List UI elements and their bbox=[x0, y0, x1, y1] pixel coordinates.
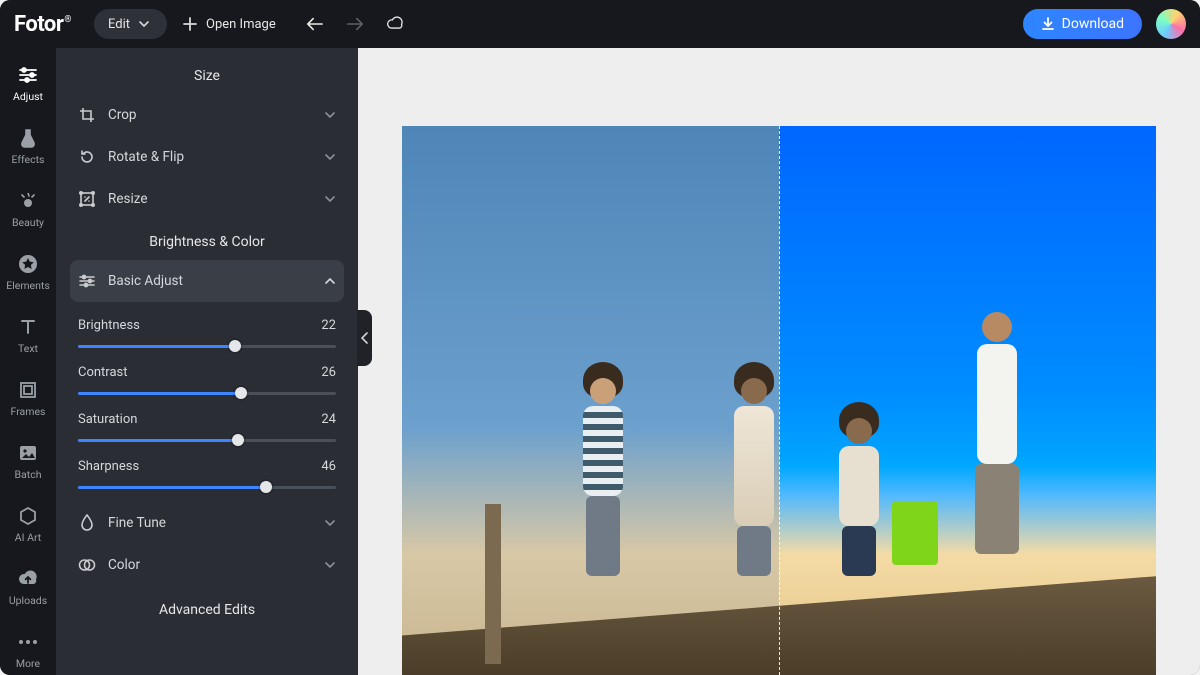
canvas-area[interactable] bbox=[358, 48, 1200, 675]
slider-thumb[interactable] bbox=[229, 340, 241, 352]
slider-thumb[interactable] bbox=[260, 481, 272, 493]
sliders-icon bbox=[17, 64, 39, 86]
slider-value: 26 bbox=[321, 365, 336, 380]
rail-item-frames[interactable]: Frames bbox=[0, 371, 56, 426]
slider-label: Saturation bbox=[78, 412, 137, 427]
flask-icon bbox=[17, 127, 39, 149]
image-icon bbox=[17, 442, 39, 464]
rail-item-label: Effects bbox=[12, 153, 45, 166]
row-color[interactable]: Color bbox=[70, 544, 344, 586]
row-rotate-flip[interactable]: Rotate & Flip bbox=[70, 136, 344, 178]
top-bar: Fotor® Edit Open Image bbox=[0, 0, 1200, 48]
open-image-button[interactable]: Open Image bbox=[181, 15, 276, 33]
slider-value: 24 bbox=[321, 412, 336, 427]
sliders-icon bbox=[78, 272, 96, 290]
dots-icon bbox=[17, 631, 39, 653]
section-title-size: Size bbox=[70, 68, 344, 84]
hexagon-icon bbox=[17, 505, 39, 527]
download-label: Download bbox=[1062, 16, 1124, 32]
rail-item-effects[interactable]: Effects bbox=[0, 119, 56, 174]
row-crop[interactable]: Crop bbox=[70, 94, 344, 136]
cloud-sync-button[interactable] bbox=[386, 15, 404, 33]
rail-item-elements[interactable]: Elements bbox=[0, 245, 56, 300]
rail-item-label: Text bbox=[18, 342, 38, 355]
rail-item-text[interactable]: Text bbox=[0, 308, 56, 363]
section-title-advanced: Advanced Edits bbox=[70, 602, 344, 618]
row-label: Resize bbox=[108, 191, 147, 207]
rail-item-uploads[interactable]: Uploads bbox=[0, 560, 56, 615]
slider-contrast[interactable] bbox=[78, 386, 336, 400]
slider-label: Brightness bbox=[78, 318, 140, 333]
slider-value: 22 bbox=[321, 318, 336, 333]
frame-icon bbox=[17, 379, 39, 401]
rail-item-label: More bbox=[16, 657, 40, 670]
row-label: Rotate & Flip bbox=[108, 149, 184, 165]
edit-menu[interactable]: Edit bbox=[94, 9, 167, 39]
star-badge-icon bbox=[17, 253, 39, 275]
compare-divider[interactable] bbox=[779, 126, 780, 675]
collapse-panel-button[interactable] bbox=[357, 310, 372, 366]
row-basic-adjust[interactable]: Basic Adjust bbox=[70, 260, 344, 302]
venn-icon bbox=[78, 556, 96, 574]
app-logo: Fotor® bbox=[14, 12, 70, 37]
rotate-icon bbox=[78, 148, 96, 166]
eye-icon bbox=[17, 190, 39, 212]
cloud-up-icon bbox=[17, 568, 39, 590]
plus-icon bbox=[181, 15, 199, 33]
drop-icon bbox=[78, 514, 96, 532]
rail-item-label: Beauty bbox=[12, 216, 44, 229]
crop-icon bbox=[78, 106, 96, 124]
slider-thumb[interactable] bbox=[232, 434, 244, 446]
rail-item-adjust[interactable]: Adjust bbox=[0, 56, 56, 111]
chevron-down-icon bbox=[135, 15, 153, 33]
row-label: Basic Adjust bbox=[108, 273, 183, 289]
adjust-panel: Size Crop Rotate & Flip bbox=[56, 48, 358, 675]
row-label: Fine Tune bbox=[108, 515, 166, 531]
app-name: Fotor bbox=[14, 12, 63, 37]
slider-sharpness[interactable] bbox=[78, 480, 336, 494]
chevron-up-icon bbox=[324, 275, 336, 287]
rail-item-label: Elements bbox=[6, 279, 50, 292]
section-title-bc: Brightness & Color bbox=[70, 234, 344, 250]
rail-item-ai-art[interactable]: AI Art bbox=[0, 497, 56, 552]
edit-menu-label: Edit bbox=[108, 17, 130, 32]
row-resize[interactable]: Resize bbox=[70, 178, 344, 220]
rail-item-label: Batch bbox=[15, 468, 42, 481]
open-image-label: Open Image bbox=[206, 17, 276, 32]
slider-brightness[interactable] bbox=[78, 339, 336, 353]
chevron-down-icon bbox=[324, 109, 336, 121]
download-button[interactable]: Download bbox=[1023, 9, 1142, 39]
slider-label: Contrast bbox=[78, 365, 128, 380]
canvas-image bbox=[402, 126, 1156, 675]
app-body: Adjust Effects Beauty Elements bbox=[0, 48, 1200, 675]
rail-item-more[interactable]: More bbox=[0, 623, 56, 675]
text-icon bbox=[17, 316, 39, 338]
back-button[interactable] bbox=[306, 15, 324, 33]
row-label: Crop bbox=[108, 107, 137, 123]
row-fine-tune[interactable]: Fine Tune bbox=[70, 502, 344, 544]
slider-label: Sharpness bbox=[78, 459, 139, 474]
chevron-down-icon bbox=[324, 559, 336, 571]
photo-preview bbox=[402, 126, 1156, 675]
rail-item-label: AI Art bbox=[15, 531, 41, 544]
download-icon bbox=[1041, 17, 1055, 31]
slider-saturation[interactable] bbox=[78, 433, 336, 447]
chevron-down-icon bbox=[324, 151, 336, 163]
chevron-down-icon bbox=[324, 517, 336, 529]
avatar[interactable] bbox=[1156, 9, 1186, 39]
forward-button[interactable] bbox=[346, 15, 364, 33]
rail-item-beauty[interactable]: Beauty bbox=[0, 182, 56, 237]
row-label: Color bbox=[108, 557, 140, 573]
resize-icon bbox=[78, 190, 96, 208]
chevron-down-icon bbox=[324, 193, 336, 205]
rail-item-batch[interactable]: Batch bbox=[0, 434, 56, 489]
slider-thumb[interactable] bbox=[235, 387, 247, 399]
slider-value: 46 bbox=[321, 459, 336, 474]
basic-adjust-sliders: Brightness 22 Contrast 26 Saturation 24 Sharpn… bbox=[70, 302, 344, 502]
rail-item-label: Adjust bbox=[13, 90, 43, 103]
rail-item-label: Uploads bbox=[9, 594, 47, 607]
tool-rail: Adjust Effects Beauty Elements bbox=[0, 48, 56, 675]
rail-item-label: Frames bbox=[11, 405, 46, 418]
